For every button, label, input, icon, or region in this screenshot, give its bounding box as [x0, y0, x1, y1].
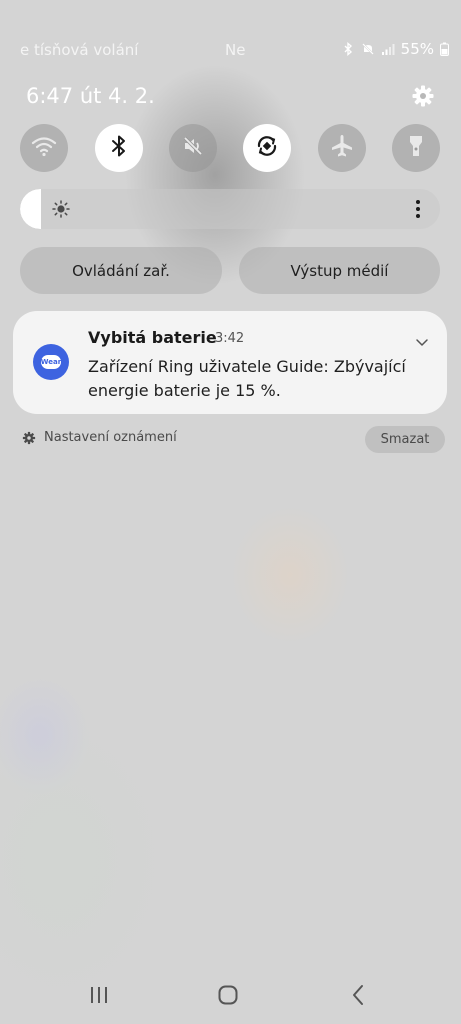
- wifi-toggle[interactable]: [20, 124, 68, 172]
- brightness-slider[interactable]: [20, 189, 440, 229]
- bluetooth-toggle[interactable]: [95, 124, 143, 172]
- brightness-fill: [20, 189, 41, 229]
- sound-toggle[interactable]: [169, 124, 217, 172]
- rotate-icon: [254, 133, 280, 163]
- airplane-toggle[interactable]: [318, 124, 366, 172]
- home-icon[interactable]: [213, 981, 243, 1009]
- wear-app-icon: Wear: [33, 344, 69, 380]
- bluetooth-icon: [341, 42, 355, 56]
- gear-icon: [22, 431, 36, 445]
- notification-body: Zařízení Ring uživatele Guide: Zbývající…: [88, 357, 406, 400]
- header: 6:47 út 4. 2.: [26, 84, 435, 110]
- wifi-icon: [31, 135, 57, 161]
- notification-time: 3:42: [215, 331, 245, 346]
- notification-card[interactable]: Wear Vybitá baterie 3:42 Zařízení Ring u…: [13, 311, 447, 414]
- bluetooth-icon: [108, 134, 130, 162]
- battery-percent: 55%: [400, 40, 434, 58]
- emergency-calls-text: e tísňová volání: [20, 41, 139, 59]
- chevron-down-icon[interactable]: [415, 333, 429, 346]
- flashlight-icon: [405, 133, 427, 163]
- wear-app-icon-label: Wear: [41, 355, 61, 369]
- signal-icon: [381, 42, 395, 56]
- battery-icon: [440, 42, 449, 56]
- mute-icon: [361, 42, 375, 56]
- notification-title: Vybitá baterie: [88, 328, 217, 347]
- notification-settings-label: Nastavení oznámení: [44, 430, 177, 445]
- notification-settings-link[interactable]: Nastavení oznámení: [22, 430, 177, 445]
- auto-rotate-toggle[interactable]: [243, 124, 291, 172]
- navigation-bar: [0, 975, 461, 1015]
- status-icons: 55%: [341, 40, 449, 58]
- gear-icon[interactable]: [411, 84, 435, 108]
- more-vertical-icon[interactable]: [414, 199, 422, 219]
- back-icon[interactable]: [343, 981, 373, 1009]
- clear-button[interactable]: Smazat: [365, 426, 445, 453]
- airplane-icon: [329, 133, 355, 163]
- media-output-button[interactable]: Výstup médií: [239, 247, 440, 294]
- flashlight-toggle[interactable]: [392, 124, 440, 172]
- recents-icon[interactable]: [84, 981, 114, 1009]
- sun-icon: [52, 200, 70, 218]
- time-date: 6:47 út 4. 2.: [26, 84, 155, 108]
- device-control-button[interactable]: Ovládání zař.: [20, 247, 222, 294]
- mute-icon: [181, 134, 205, 162]
- carrier-text: Ne: [225, 41, 246, 59]
- status-bar: e tísňová volání Ne 55%: [0, 38, 461, 64]
- quick-toggles: [20, 124, 441, 174]
